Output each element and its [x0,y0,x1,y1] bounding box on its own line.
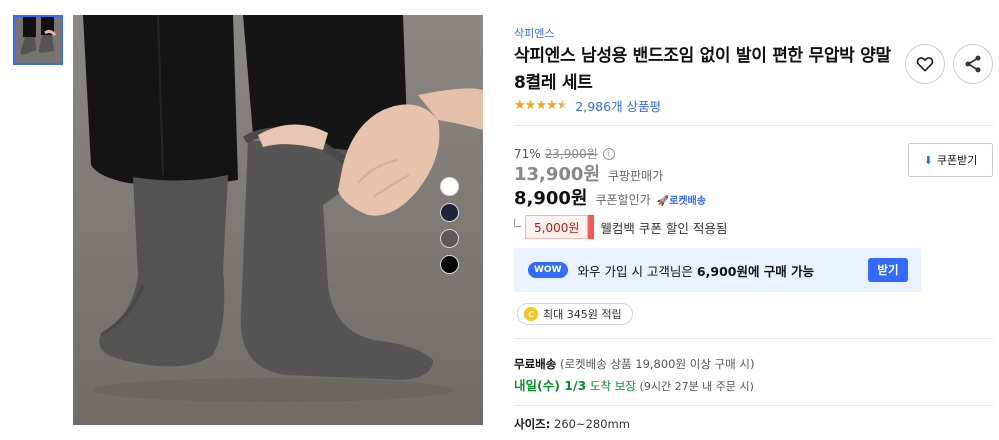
coupon-price-row: 8,900원 쿠폰할인가 🚀로켓배송 [514,184,706,210]
star-icon: ★ [524,97,537,113]
coupon-button-label: 쿠폰받기 [936,154,978,167]
star-icon: ★ [535,97,547,113]
main-product-image[interactable] [73,15,483,425]
coupon-price: 8,900원 [514,188,588,209]
arrival-row: 내일(수) 1/3 도착 보장 (9시간 27분 내 주문 시) [514,375,754,394]
welcome-coupon-row: 5,000원 웰컴백 쿠폰 할인 적용됨 [514,215,727,239]
divider [514,405,993,406]
bracket-line [514,219,521,227]
wow-badge: WOW [528,262,568,278]
cash-reward-chip[interactable]: C 최대 345원 적립 [517,303,633,325]
coupang-price-row: 13,900원 쿠팡판매가 [514,160,663,186]
heart-icon [916,57,934,72]
size-row[interactable]: 사이즈: 260~280mm [514,416,630,432]
arrival-date: 내일(수) 1/3 [514,378,587,393]
welcome-coupon-amount: 5,000원 [525,215,589,239]
color-swatches [440,177,460,281]
free-shipping-row: 무료배송 (로켓배송 상품 19,800원 이상 구매 시) [514,356,754,372]
swatch-white[interactable] [440,177,459,196]
share-button[interactable] [953,44,993,84]
coupon-price-label: 쿠폰할인가 [595,193,651,207]
download-icon: ⬇ [923,153,933,167]
swatch-navy[interactable] [440,203,459,222]
thumbnail-image [15,17,61,63]
product-title: 삭피엔스 남성용 밴드조임 없이 발이 편한 무압박 양말 8켤레 세트 [514,46,891,93]
coupon-download-button[interactable]: ⬇ 쿠폰받기 [908,143,993,177]
welcome-coupon-text: 웰컴백 쿠폰 할인 적용됨 [600,220,728,236]
discount-rate: 71% [514,146,541,161]
coin-icon: C [524,307,538,321]
share-icon [965,55,981,73]
size-label: 사이즈: [514,417,551,431]
star-icon: ★ [514,97,526,113]
star-icon: ★ [545,97,558,113]
wow-text: 와우 가입 시 고객님은 6,900원에 구매 가능 [577,263,815,279]
rocket-delivery-badge: 🚀로켓배송 [656,196,706,207]
rating-row[interactable]: ★ ★ ★ ★ ★ 2,986개 상품평 [514,96,661,115]
reward-text: 최대 345원 적립 [543,308,622,321]
wow-get-button[interactable]: 받기 [868,258,908,282]
review-count-link[interactable]: 2,986개 상품평 [575,96,661,115]
half-star-icon: ★ [556,97,569,113]
divider [514,125,993,126]
swatch-black[interactable] [440,255,459,274]
free-shipping-label: 무료배송 [514,357,557,371]
free-shipping-detail: (로켓배송 상품 19,800원 이상 구매 시) [559,357,755,371]
coupang-price: 13,900원 [514,164,601,185]
divider [514,338,993,339]
info-icon[interactable]: i [602,147,615,160]
wow-membership-box: WOW 와우 가입 시 고객님은 6,900원에 구매 가능 받기 [514,248,921,292]
swatch-gray[interactable] [440,229,459,248]
coupon-notch [588,215,595,239]
rocket-icon: 🚀 [656,196,670,207]
product-thumbnail[interactable] [13,15,63,65]
arrival-detail: (9시간 27분 내 주문 시) [639,380,754,393]
socks-photo [73,15,483,425]
arrival-guarantee: 도착 보장 [589,379,636,393]
coupang-price-label: 쿠팡판매가 [608,169,664,183]
size-value: 260~280mm [554,417,630,431]
brand-link[interactable]: 삭피엔스 [514,25,554,41]
wishlist-button[interactable] [905,44,945,84]
